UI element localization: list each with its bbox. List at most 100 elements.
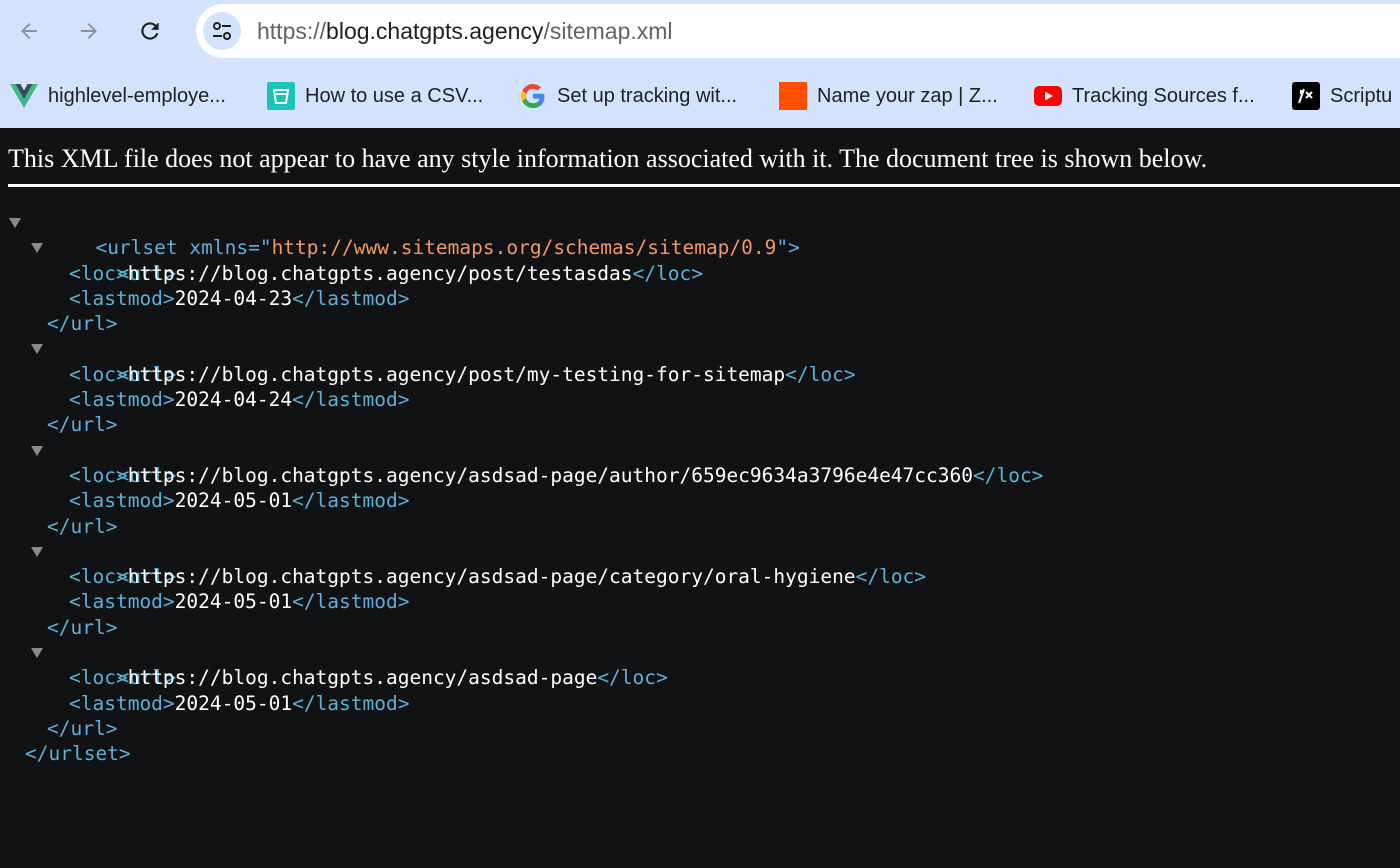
url-open-line: <url> [0, 539, 1043, 588]
xml-tree: <urlset xmlns="http://www.sitemaps.org/s… [0, 210, 1043, 767]
lastmod-line: <lastmod>2024-05-01</lastmod> [0, 488, 1043, 513]
youtube-logo-icon [1034, 82, 1062, 110]
back-button[interactable] [11, 13, 47, 49]
url-close-tag: </url> [47, 716, 118, 740]
google-logo-icon [519, 82, 547, 110]
url-close-line: </url> [0, 514, 1043, 539]
collapse-triangle-icon[interactable] [31, 546, 43, 557]
urlset-open-line: <urlset xmlns="http://www.sitemaps.org/s… [0, 210, 1043, 259]
lastmod-open-tag: <lastmod> [69, 489, 175, 513]
address-bar[interactable]: https://blog.chatgpts.agency/sitemap.xml [196, 4, 1400, 58]
url-path: /sitemap.xml [543, 18, 673, 44]
lastmod-value: 2024-04-23 [174, 286, 293, 310]
bookmark-item[interactable]: How to use a CSV... [267, 81, 483, 111]
loc-close-tag: </loc> [632, 261, 703, 285]
tune-icon [213, 22, 231, 40]
loc-value: https://blog.chatgpts.agency/asdsad-page… [127, 463, 973, 487]
lastmod-line: <lastmod>2024-05-01</lastmod> [0, 691, 1043, 716]
url-close-tag: </url> [47, 312, 118, 336]
url-close-tag: </url> [47, 413, 118, 437]
bookmark-label: Name your zap | Z... [817, 84, 998, 107]
url-scheme: https:// [257, 18, 327, 44]
collapse-triangle-icon[interactable] [31, 344, 43, 355]
lastmod-close-tag: </lastmod> [292, 590, 410, 614]
loc-open-tag: <loc> [69, 666, 128, 690]
vue-logo-icon [10, 82, 38, 110]
loc-value: https://blog.chatgpts.agency/asdsad-page [127, 666, 598, 690]
scriptu-logo-icon [1292, 82, 1320, 110]
lastmod-value: 2024-05-01 [174, 590, 293, 614]
zapier-logo-icon [779, 82, 807, 110]
lastmod-open-tag: <lastmod> [69, 590, 175, 614]
bookmark-item[interactable]: Scriptu [1292, 81, 1392, 111]
xml-style-notice: This XML file does not appear to have an… [8, 144, 1208, 173]
lastmod-value: 2024-05-01 [174, 691, 293, 715]
browser-toolbar: https://blog.chatgpts.agency/sitemap.xml [0, 0, 1400, 62]
reload-button[interactable] [132, 13, 168, 49]
reload-icon [141, 22, 159, 40]
loc-open-tag: <loc> [69, 463, 128, 487]
loc-value: https://blog.chatgpts.agency/post/testas… [127, 261, 633, 285]
bookmark-item[interactable]: highlevel-employe... [10, 81, 226, 111]
bookmark-label: Tracking Sources f... [1072, 84, 1255, 107]
arrow-right-icon [81, 23, 97, 39]
url-open-line: <url> [0, 336, 1043, 386]
collapse-triangle-icon[interactable] [31, 445, 43, 456]
lastmod-close-tag: </lastmod> [292, 286, 410, 310]
lastmod-open-tag: <lastmod> [69, 388, 175, 412]
url-open-line: <url> [0, 640, 1043, 689]
loc-line: <loc>https://blog.chatgpts.agency/post/t… [0, 261, 1043, 286]
url-close-line: </url> [0, 716, 1043, 741]
loc-open-tag: <loc> [69, 565, 128, 589]
bookmark-label: highlevel-employe... [48, 84, 226, 107]
lastmod-open-tag: <lastmod> [69, 286, 175, 310]
collapse-triangle-icon[interactable] [9, 218, 21, 228]
url-open-line: <url> [0, 235, 1043, 285]
bookmarks-bar: highlevel-employe... How to use a CSV...… [0, 62, 1400, 128]
loc-value: https://blog.chatgpts.agency/asdsad-page… [127, 565, 856, 589]
lastmod-close-tag: </lastmod> [292, 489, 410, 513]
lastmod-close-tag: </lastmod> [292, 388, 410, 412]
loc-close-tag: </loc> [597, 666, 668, 690]
loc-value: https://blog.chatgpts.agency/post/my-tes… [127, 362, 786, 386]
bookmark-item[interactable]: Set up tracking wit... [519, 81, 737, 111]
lastmod-open-tag: <lastmod> [69, 691, 175, 715]
bookmark-item[interactable]: Tracking Sources f... [1034, 81, 1255, 111]
loc-open-tag: <loc> [69, 362, 128, 386]
urlset-close-tag: </urlset> [25, 742, 131, 766]
site-info-button[interactable] [203, 12, 241, 50]
loc-line: <loc>https://blog.chatgpts.agency/post/m… [0, 362, 1043, 387]
arrow-left-icon [21, 23, 37, 39]
urlset-close-line: </urlset> [0, 741, 1043, 766]
url-close-line: </url> [0, 311, 1043, 336]
url-close-tag: </url> [47, 615, 118, 639]
bookmark-label: Scriptu [1330, 84, 1393, 107]
url-close-line: </url> [0, 615, 1043, 640]
lastmod-line: <lastmod>2024-05-01</lastmod> [0, 589, 1043, 614]
loc-close-tag: </loc> [855, 565, 927, 589]
collapse-triangle-icon[interactable] [31, 243, 43, 254]
url-close-line: </url> [0, 412, 1043, 437]
lastmod-value: 2024-05-01 [174, 489, 293, 513]
loc-close-tag: </loc> [785, 362, 856, 386]
loc-line: <loc>https://blog.chatgpts.agency/asdsad… [0, 665, 1043, 690]
bookmark-label: How to use a CSV... [305, 84, 484, 107]
loc-line: <loc>https://blog.chatgpts.agency/asdsad… [0, 463, 1043, 488]
bookmark-label: Set up tracking wit... [557, 84, 738, 107]
collapse-triangle-icon[interactable] [31, 648, 43, 659]
bucket-logo-icon [267, 82, 295, 110]
url-text[interactable]: https://blog.chatgpts.agency/sitemap.xml [257, 4, 673, 58]
loc-open-tag: <loc> [69, 261, 128, 285]
loc-line: <loc>https://blog.chatgpts.agency/asdsad… [0, 564, 1043, 589]
url-open-line: <url> [0, 438, 1043, 487]
lastmod-value: 2024-04-24 [174, 388, 293, 412]
lastmod-line: <lastmod>2024-04-24</lastmod> [0, 387, 1043, 412]
lastmod-line: <lastmod>2024-04-23</lastmod> [0, 286, 1043, 311]
forward-button[interactable] [71, 13, 107, 49]
bookmark-item[interactable]: Name your zap | Z... [779, 81, 998, 111]
loc-close-tag: </loc> [972, 463, 1044, 487]
url-host: blog.chatgpts.agency [326, 18, 544, 44]
lastmod-close-tag: </lastmod> [292, 691, 410, 715]
url-close-tag: </url> [47, 514, 118, 538]
page-content: This XML file does not appear to have an… [0, 128, 1400, 868]
